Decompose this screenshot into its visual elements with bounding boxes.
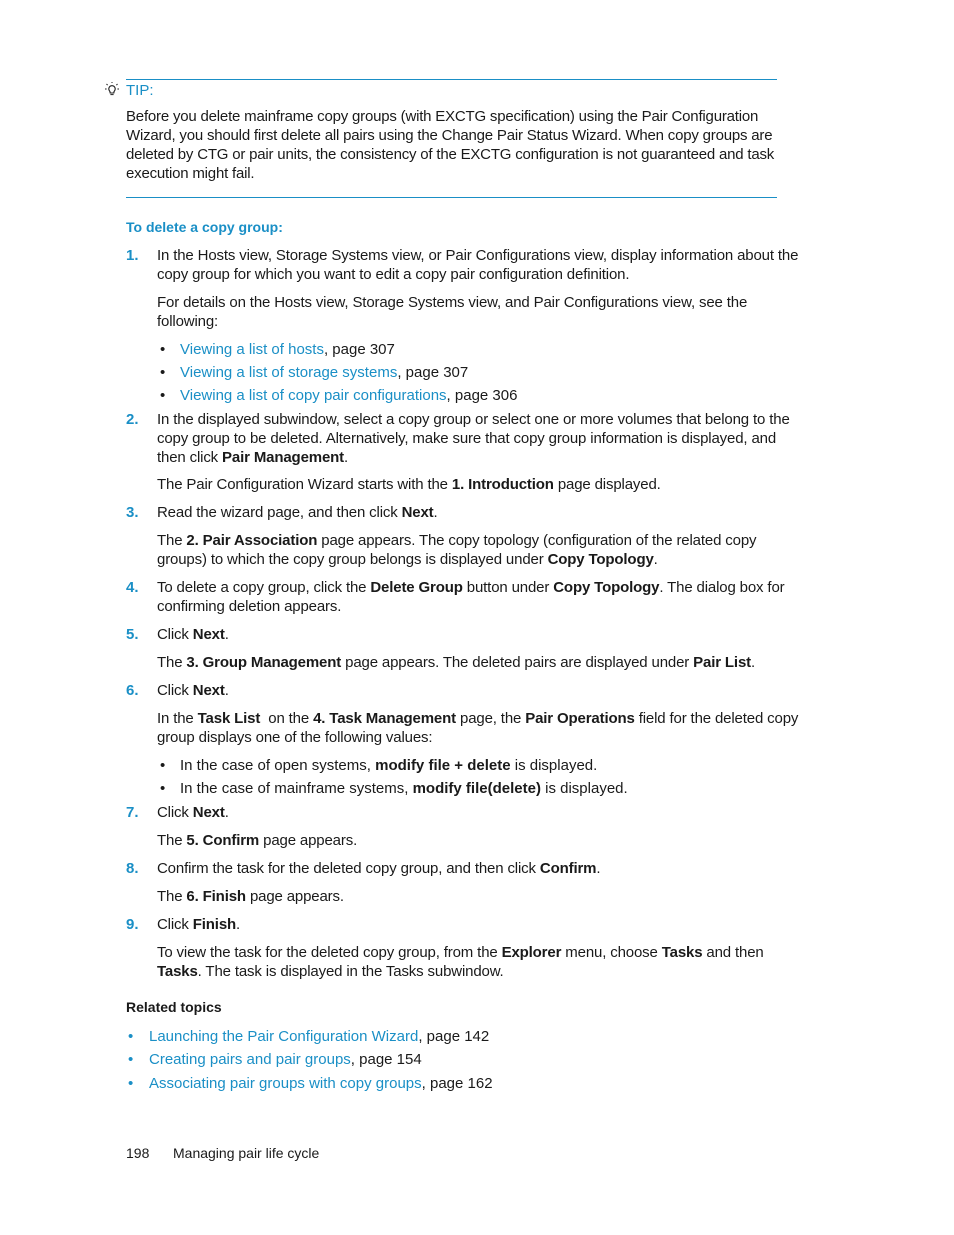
step-number: 2.: [126, 411, 139, 428]
step-number: 4.: [126, 579, 139, 596]
link-associating-pair-groups[interactable]: Associating pair groups with copy groups: [149, 1075, 422, 1092]
step-number: 5.: [126, 626, 139, 643]
step-number: 6.: [126, 682, 139, 699]
step-5-text: Click Next.: [157, 626, 229, 643]
step-2-text: In the displayed subwindow, select a cop…: [157, 411, 790, 466]
step-2-note: The Pair Configuration Wizard starts wit…: [157, 476, 661, 493]
bullet: •: [128, 1075, 134, 1092]
step-8-note: The 6. Finish page appears.: [157, 888, 344, 905]
link-viewing-hosts[interactable]: Viewing a list of hosts: [180, 341, 324, 358]
procedure-title: To delete a copy group:: [126, 219, 283, 235]
step-8-text: Confirm the task for the deleted copy gr…: [157, 860, 601, 877]
step-1-text: In the Hosts view, Storage Systems view,…: [157, 247, 799, 283]
step-9-note: To view the task for the deleted copy gr…: [157, 944, 764, 980]
step-number: 7.: [126, 804, 139, 821]
tip-label: TIP:: [126, 82, 154, 99]
related-topics-heading: Related topics: [126, 999, 222, 1015]
step-number: 1.: [126, 247, 139, 264]
related-item: Launching the Pair Configuration Wizard,…: [149, 1028, 490, 1045]
step-6-note: In the Task List on the 4. Task Manageme…: [157, 710, 799, 746]
value-item: In the case of mainframe systems, modify…: [180, 780, 628, 797]
link-item: Viewing a list of hosts, page 307: [180, 341, 395, 358]
step-3-note: The 2. Pair Association page appears. Th…: [157, 532, 757, 568]
step-number: 8.: [126, 860, 139, 877]
related-item: Creating pairs and pair groups, page 154: [149, 1051, 422, 1068]
bullet: •: [160, 364, 166, 381]
bullet: •: [160, 780, 166, 797]
bullet: •: [160, 757, 166, 774]
step-number: 3.: [126, 504, 139, 521]
lightbulb-icon: [105, 82, 119, 96]
page-number: 198: [126, 1145, 150, 1161]
link-launching-wizard[interactable]: Launching the Pair Configuration Wizard: [149, 1028, 418, 1045]
bullet: •: [160, 341, 166, 358]
tip-top-rule: [126, 79, 777, 80]
step-7-note: The 5. Confirm page appears.: [157, 832, 358, 849]
step-6-text: Click Next.: [157, 682, 229, 699]
bullet: •: [128, 1051, 134, 1068]
value-item: In the case of open systems, modify file…: [180, 757, 598, 774]
step-7-text: Click Next.: [157, 804, 229, 821]
step-1-note: For details on the Hosts view, Storage S…: [157, 294, 748, 330]
link-creating-pairs[interactable]: Creating pairs and pair groups: [149, 1051, 351, 1068]
footer-section-title: Managing pair life cycle: [173, 1145, 320, 1161]
link-item: Viewing a list of copy pair configuratio…: [180, 387, 518, 404]
step-3-text: Read the wizard page, and then click Nex…: [157, 504, 438, 521]
link-item: Viewing a list of storage systems, page …: [180, 364, 469, 381]
related-item: Associating pair groups with copy groups…: [149, 1075, 493, 1092]
link-viewing-copy-pair-configurations[interactable]: Viewing a list of copy pair configuratio…: [180, 387, 447, 404]
bullet: •: [160, 387, 166, 404]
tip-text: Before you delete mainframe copy groups …: [126, 108, 775, 182]
step-9-text: Click Finish.: [157, 916, 241, 933]
step-5-note: The 3. Group Management page appears. Th…: [157, 654, 756, 671]
link-viewing-storage-systems[interactable]: Viewing a list of storage systems: [180, 364, 397, 381]
step-4-text: To delete a copy group, click the Delete…: [157, 579, 785, 615]
bullet: •: [128, 1028, 134, 1045]
tip-bottom-rule: [126, 197, 777, 198]
step-number: 9.: [126, 916, 139, 933]
